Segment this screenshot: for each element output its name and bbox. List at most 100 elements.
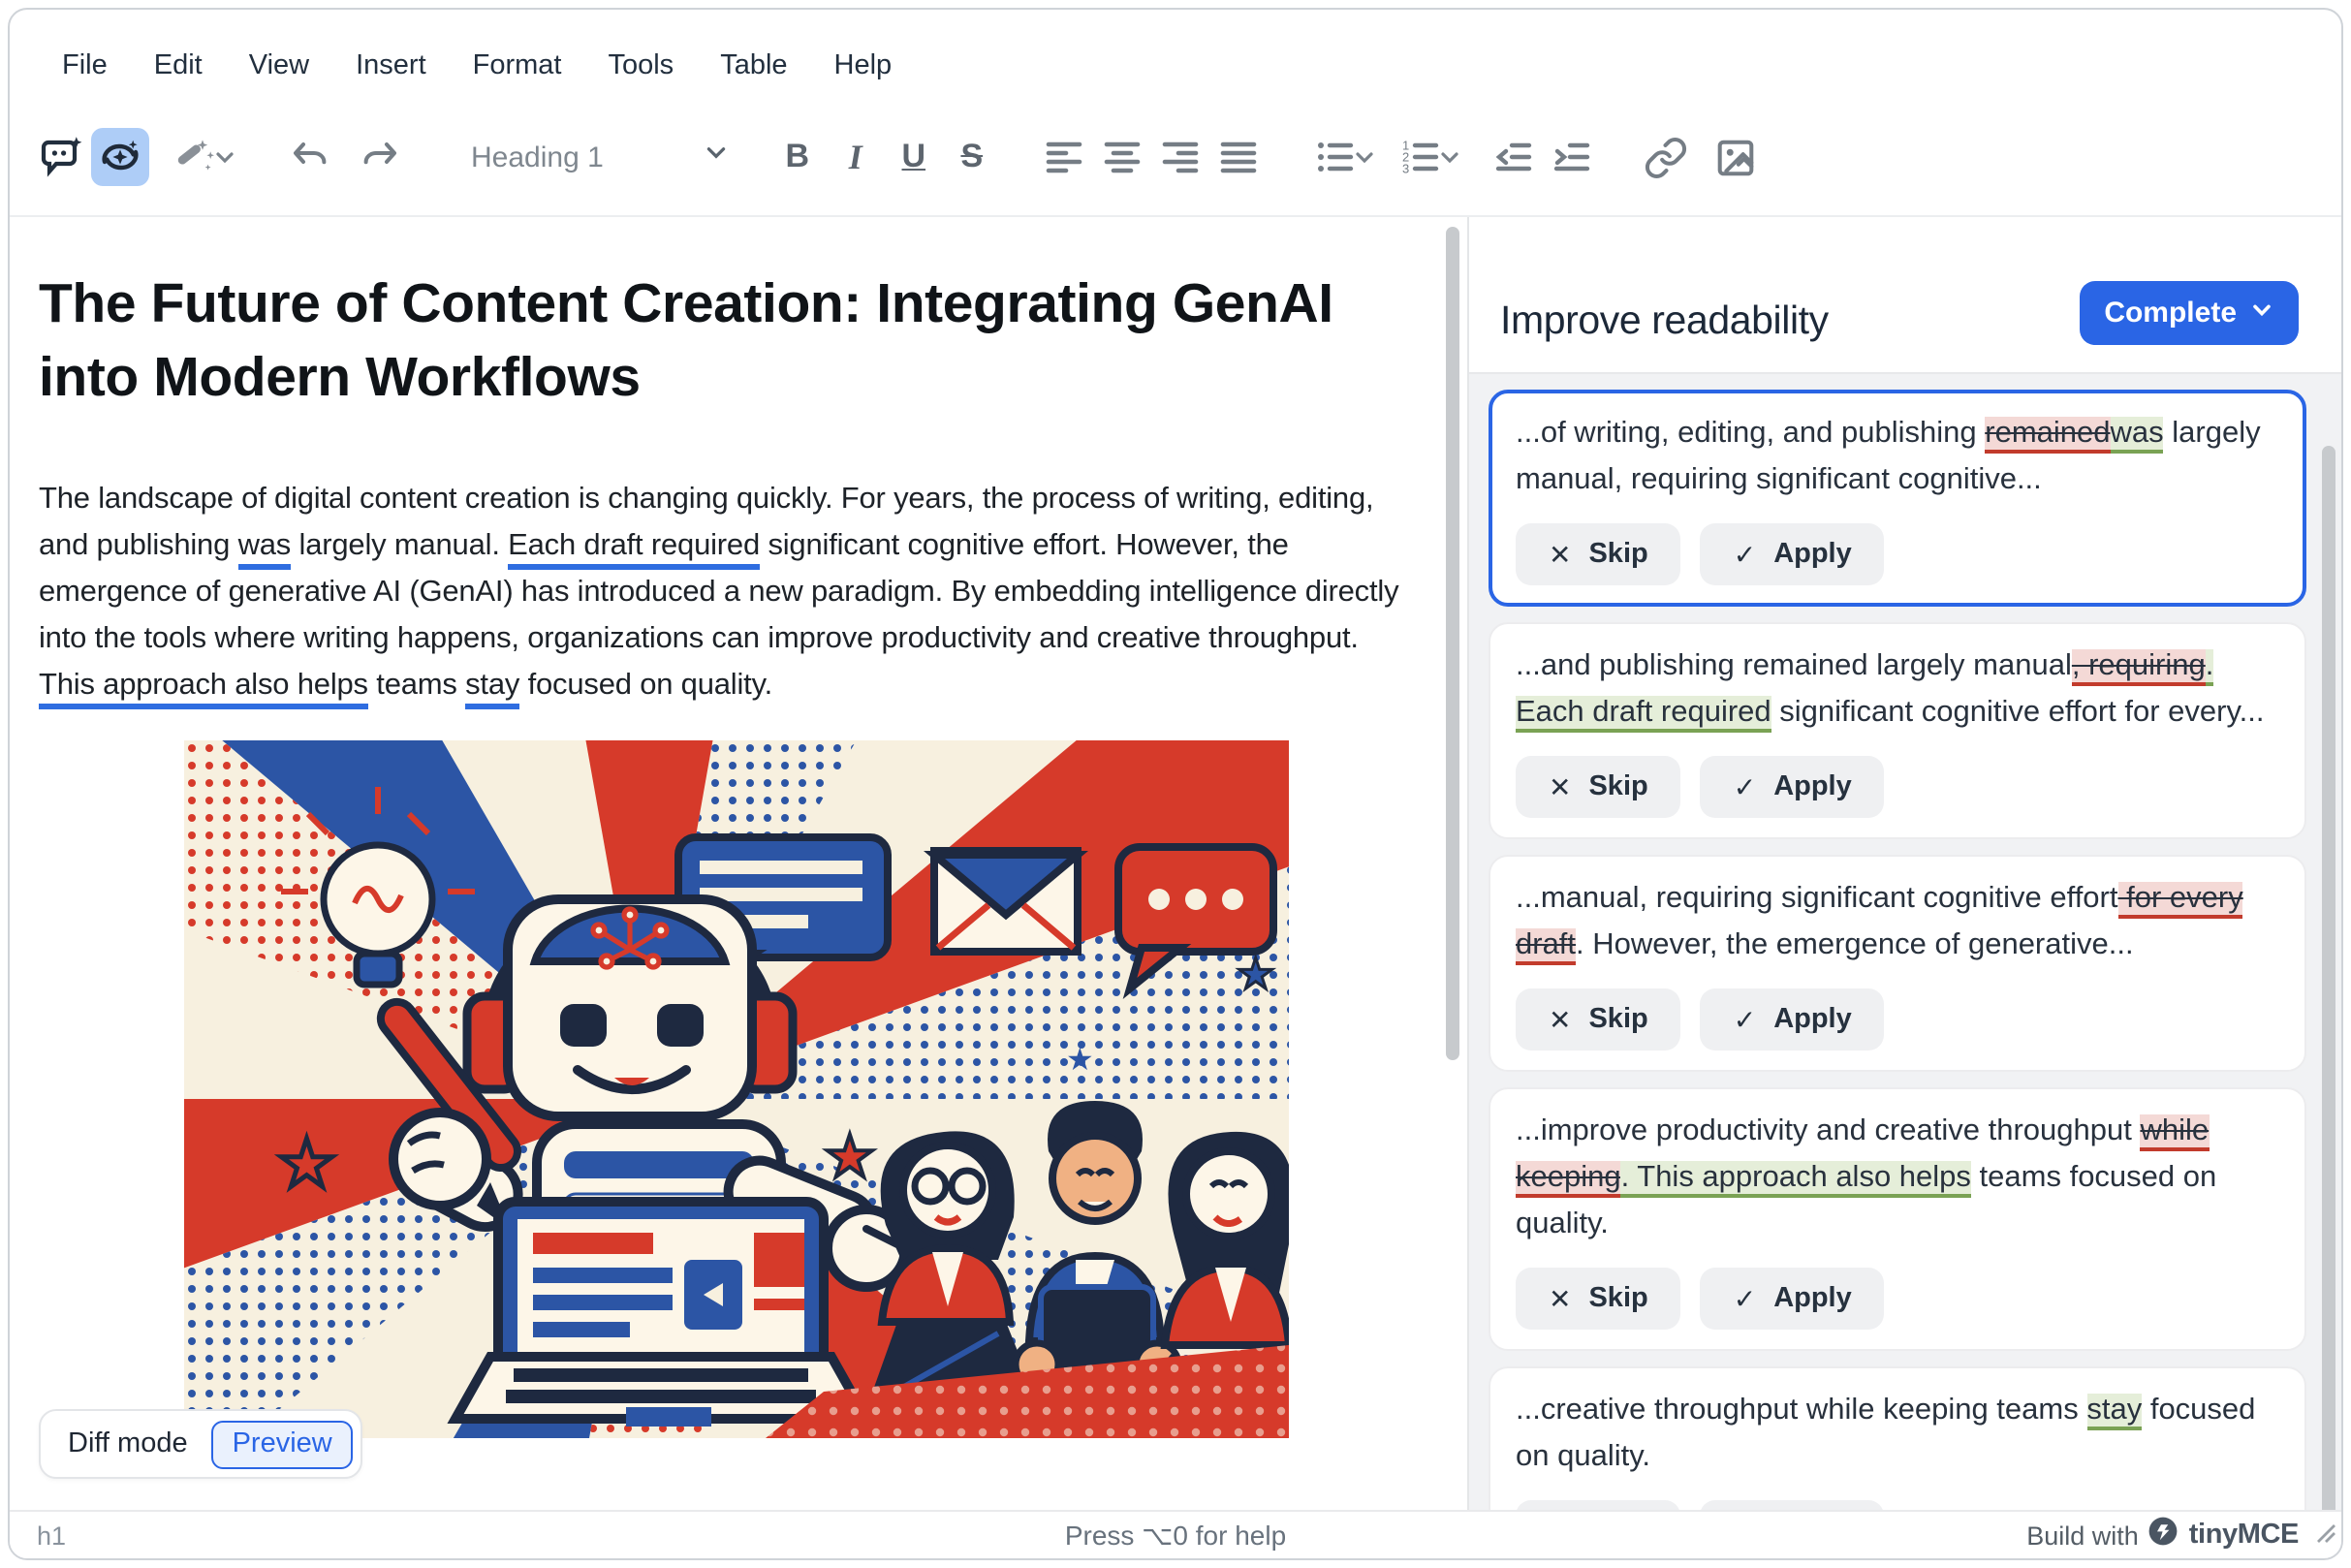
skip-button[interactable]: ✕Skip: [1516, 523, 1681, 585]
text-segment: teams: [368, 669, 465, 702]
editor-scrollbar[interactable]: [1446, 227, 1459, 1060]
indent-button[interactable]: [1544, 128, 1602, 186]
underline-button[interactable]: U: [885, 128, 943, 186]
editor-content-area[interactable]: The Future of Content Creation: Integrat…: [10, 217, 1467, 1510]
menu-item-file[interactable]: File: [41, 43, 129, 89]
align-right-button[interactable]: [1152, 128, 1210, 186]
suggestion-actions: ✕Skip ✓Apply: [1516, 1268, 2279, 1330]
text-segment: . However, the emergence of generative..…: [1576, 928, 2134, 961]
status-bar: h1 Press ⌥0 for help Build with tinyMCE: [10, 1510, 2341, 1558]
numbered-list-button[interactable]: 123: [1389, 128, 1474, 186]
indent-icon: [1552, 136, 1594, 178]
redo-button[interactable]: [351, 128, 409, 186]
link-button[interactable]: [1637, 128, 1695, 186]
menu-bar: FileEditViewInsertFormatToolsTableHelp: [10, 10, 2341, 110]
suggestion-list: ...of writing, editing, and publishing r…: [1469, 374, 2341, 1510]
x-icon: ✕: [1549, 1282, 1571, 1315]
apply-button[interactable]: ✓Apply: [1701, 1268, 1885, 1330]
strikethrough-button[interactable]: S: [943, 128, 1001, 186]
text-segment: significant cognitive effort for every..…: [1771, 696, 2265, 729]
redo-icon: [357, 134, 403, 180]
ai-shortcuts-button[interactable]: [161, 128, 246, 186]
image-button[interactable]: [1707, 128, 1765, 186]
text-segment: ...of writing, editing, and publishing: [1516, 417, 1985, 450]
document-title: The Future of Content Creation: Integrat…: [39, 267, 1405, 415]
chevron-down-icon: [1354, 145, 1377, 169]
menu-item-insert[interactable]: Insert: [334, 43, 448, 89]
apply-button[interactable]: ✓Apply: [1701, 756, 1885, 818]
suggestion-text: ...manual, requiring significant cogniti…: [1516, 876, 2279, 969]
block-format-label: Heading 1: [471, 141, 604, 173]
undo-icon: [287, 134, 333, 180]
suggestion-card[interactable]: ...manual, requiring significant cogniti…: [1489, 855, 2306, 1072]
skip-button[interactable]: ✕Skip: [1516, 756, 1681, 818]
menu-item-edit[interactable]: Edit: [133, 43, 224, 89]
svg-text:3: 3: [1403, 161, 1410, 175]
panel-scrollbar[interactable]: [2322, 446, 2335, 1560]
document-illustration[interactable]: ★ ★ ★ ★ ★: [184, 739, 1289, 1437]
ai-assistant-button[interactable]: [33, 128, 91, 186]
chevron-down-icon: [2250, 297, 2273, 329]
del-segment: remained: [1985, 417, 2110, 454]
preview-button[interactable]: Preview: [211, 1420, 354, 1468]
diff-mode-button[interactable]: Diff mode: [48, 1419, 207, 1469]
suggestion-text: ...improve productivity and creative thr…: [1516, 1109, 2279, 1248]
complete-button-label: Complete: [2104, 297, 2237, 329]
bullet-list-button[interactable]: [1303, 128, 1389, 186]
text-segment: ...improve productivity and creative thr…: [1516, 1114, 2140, 1147]
block-format-select[interactable]: Heading 1: [455, 132, 745, 182]
branding[interactable]: Build with tinyMCE: [2026, 1515, 2326, 1555]
skip-button[interactable]: ✕Skip: [1516, 1500, 1681, 1510]
apply-button[interactable]: ✓Apply: [1701, 523, 1885, 585]
align-center-button[interactable]: [1094, 128, 1152, 186]
help-shortcut-text: Press ⌥0 for help: [10, 1519, 2341, 1552]
preview-underline-segment: stay: [465, 669, 519, 709]
outdent-button[interactable]: [1486, 128, 1544, 186]
svg-text:★: ★: [277, 1125, 336, 1202]
complete-button[interactable]: Complete: [2079, 281, 2299, 345]
menu-item-format[interactable]: Format: [452, 43, 583, 89]
skip-button-label: Skip: [1588, 1004, 1647, 1035]
suggestion-text: ...creative throughput while keeping tea…: [1516, 1388, 2279, 1481]
apply-button-label: Apply: [1773, 539, 1852, 570]
x-icon: ✕: [1549, 1003, 1571, 1036]
menu-item-tools[interactable]: Tools: [586, 43, 695, 89]
toolbar: Heading 1 B I U S 123: [10, 110, 2341, 217]
suggestion-card[interactable]: ...creative throughput while keeping tea…: [1489, 1366, 2306, 1510]
ai-chat-icon: [39, 134, 85, 180]
apply-button[interactable]: ✓Apply: [1701, 1500, 1885, 1510]
svg-text:★: ★: [824, 1123, 876, 1188]
align-center-icon: [1102, 136, 1144, 178]
outdent-icon: [1493, 136, 1536, 178]
x-icon: ✕: [1549, 770, 1571, 803]
suggestion-card-selected[interactable]: ...of writing, editing, and publishing r…: [1489, 390, 2306, 607]
bullet-list-icon: [1315, 136, 1358, 178]
align-left-button[interactable]: [1036, 128, 1094, 186]
align-justify-button[interactable]: [1210, 128, 1269, 186]
menu-item-help[interactable]: Help: [813, 43, 914, 89]
menu-item-view[interactable]: View: [228, 43, 330, 89]
apply-button[interactable]: ✓Apply: [1701, 988, 1885, 1051]
skip-button[interactable]: ✕ Skip: [1516, 988, 1681, 1051]
menu-item-table[interactable]: Table: [699, 43, 808, 89]
suggestion-card[interactable]: ...improve productivity and creative thr…: [1489, 1087, 2306, 1351]
bold-button[interactable]: B: [768, 128, 827, 186]
brand-prefix: Build with: [2026, 1521, 2139, 1550]
preview-underline-segment: was: [238, 529, 292, 570]
link-icon: [1644, 135, 1688, 179]
preview-underline-segment: This approach also helps: [39, 669, 368, 709]
panel-title: Improve readability: [1500, 298, 1829, 345]
diff-mode-toggle: Diff mode Preview: [39, 1409, 363, 1479]
skip-button[interactable]: ✕Skip: [1516, 1268, 1681, 1330]
italic-button[interactable]: I: [827, 128, 885, 186]
suggestion-card[interactable]: ...and publishing remained largely manua…: [1489, 622, 2306, 839]
align-justify-icon: [1218, 136, 1261, 178]
text-segment: ...and publishing remained largely manua…: [1516, 649, 2072, 682]
undo-button[interactable]: [281, 128, 339, 186]
check-icon: ✓: [1734, 1282, 1756, 1315]
suggestion-actions: ✕Skip ✓Apply: [1516, 523, 2279, 585]
numbered-list-icon: 123: [1400, 136, 1443, 178]
ins-segment: was: [2111, 417, 2164, 454]
check-icon: ✓: [1734, 770, 1756, 803]
ai-review-button[interactable]: [91, 128, 149, 186]
